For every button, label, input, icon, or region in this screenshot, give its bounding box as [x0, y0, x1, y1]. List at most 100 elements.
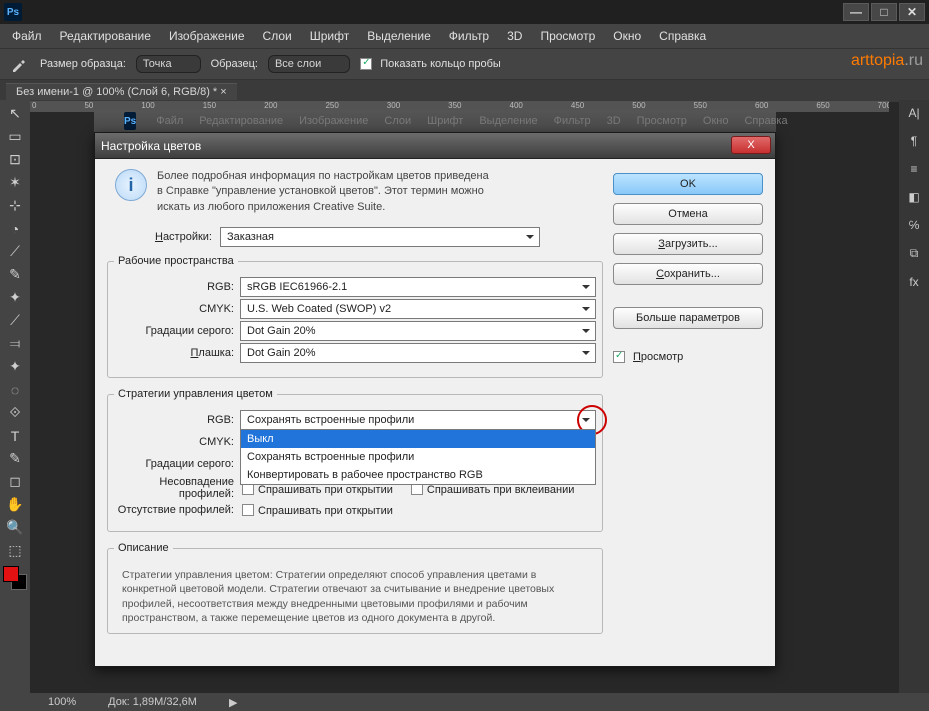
history-panel-icon[interactable]: ℅	[909, 218, 920, 232]
dialog-title: Настройка цветов	[101, 139, 201, 153]
options-bar: Размер образца: Точка Образец: Все слои …	[0, 48, 929, 80]
crop-tool-icon[interactable]: ⊹	[3, 194, 27, 217]
preview-checkbox[interactable]	[613, 351, 625, 363]
more-options-button[interactable]: Больше параметров	[613, 307, 763, 329]
healing-tool-icon[interactable]: ⟋	[3, 240, 27, 263]
hand-tool-icon[interactable]: ✋	[3, 493, 27, 516]
gray-select[interactable]: Dot Gain 20%	[240, 321, 596, 341]
preview-row: Просмотр	[613, 351, 763, 363]
menu-file[interactable]: Файл	[4, 29, 50, 43]
dialog-titlebar[interactable]: Настройка цветов X	[95, 133, 775, 159]
eyedropper-tool-icon[interactable]	[8, 53, 30, 75]
mismatch-label: Несовпадение профилей:	[114, 476, 240, 500]
cmyk-select[interactable]: U.S. Web Coated (SWOP) v2	[240, 299, 596, 319]
ask-open-checkbox-2[interactable]	[242, 504, 254, 516]
dropdown-option-off[interactable]: Выкл	[241, 430, 595, 448]
menu-type[interactable]: Шрифт	[302, 29, 357, 43]
move-tool-icon[interactable]: ↖	[3, 102, 27, 125]
menu-select[interactable]: Выделение	[359, 29, 439, 43]
missing-label: Отсутствие профилей:	[114, 504, 240, 516]
cancel-button[interactable]: Отмена	[613, 203, 763, 225]
history-brush-icon[interactable]: ⟋	[3, 309, 27, 332]
ps-logo: Ps	[4, 3, 22, 21]
description-fieldset: Описание Стратегии управления цветом: Ст…	[107, 542, 603, 634]
workspace-fieldset: Рабочие пространства RGB: sRGB IEC61966-…	[107, 255, 603, 378]
brush-tool-icon[interactable]: ✎	[3, 263, 27, 286]
menu-layer[interactable]: Слои	[255, 29, 300, 43]
workspace-legend: Рабочие пространства	[114, 255, 238, 267]
show-ring-label: Показать кольцо пробы	[380, 58, 501, 70]
menubar: Файл Редактирование Изображение Слои Шри…	[0, 24, 929, 48]
eraser-tool-icon[interactable]: ⫤	[3, 332, 27, 355]
save-button[interactable]: Сохранить...	[613, 263, 763, 285]
preview-label: Просмотр	[633, 351, 683, 363]
zoom-tool-icon[interactable]: 🔍	[3, 516, 27, 539]
info-icon: i	[115, 169, 147, 201]
dialog-close-button[interactable]: X	[731, 136, 771, 154]
document-size: Док: 1,89M/32,6M	[108, 696, 197, 708]
menu-view[interactable]: Просмотр	[532, 29, 603, 43]
lasso-tool-icon[interactable]: ⊡	[3, 148, 27, 171]
menu-image[interactable]: Изображение	[161, 29, 253, 43]
dropdown-option-convert[interactable]: Конвертировать в рабочее пространство RG…	[241, 466, 595, 484]
rgb-label: RGB:	[114, 281, 240, 293]
sample-size-select[interactable]: Точка	[136, 55, 201, 73]
color-swatch[interactable]	[3, 566, 27, 590]
dodge-tool-icon[interactable]: ⟐	[3, 401, 27, 424]
sample-target-label: Образец:	[211, 58, 258, 70]
menu-filter[interactable]: Фильтр	[441, 29, 497, 43]
tools-panel: ↖ ▭ ⊡ ✶ ⊹ ◔ ⟋ ✎ ✦ ⟋ ⫤ ✦ ◌ ⟐ T ✎ ◻ ✋ 🔍 ⬚	[0, 100, 30, 693]
status-bar: 100% Док: 1,89M/32,6M ▶	[0, 693, 929, 711]
eyedropper-icon[interactable]: ◔	[3, 217, 27, 240]
right-panels: A| ¶ ≡ ◧ ℅ ⧉ fx	[899, 100, 929, 693]
type-tool-icon[interactable]: T	[3, 424, 27, 447]
dropdown-option-preserve[interactable]: Сохранять встроенные профили	[241, 448, 595, 466]
sample-target-select[interactable]: Все слои	[268, 55, 350, 73]
description-text: Стратегии управления цветом: Стратегии о…	[114, 562, 596, 631]
zoom-value[interactable]: 100%	[48, 696, 76, 708]
show-ring-checkbox[interactable]	[360, 58, 372, 70]
description-legend: Описание	[114, 542, 173, 554]
blur-tool-icon[interactable]: ◌	[3, 378, 27, 401]
policy-rgb-dropdown: Выкл Сохранять встроенные профили Конвер…	[240, 429, 596, 485]
settings-select[interactable]: Заказная	[220, 227, 540, 247]
policy-gray-label: Градации серого:	[114, 458, 240, 470]
policy-rgb-select[interactable]: Сохранять встроенные профили	[240, 410, 596, 430]
menu-help[interactable]: Справка	[651, 29, 714, 43]
rgb-select[interactable]: sRGB IEC61966-2.1	[240, 277, 596, 297]
background-menubar-dimmed: Ps ФайлРедактированиеИзображение СлоиШри…	[94, 110, 776, 132]
menu-window[interactable]: Окно	[605, 29, 649, 43]
character-panel-icon[interactable]: A|	[908, 106, 919, 120]
menu-3d[interactable]: 3D	[499, 29, 530, 43]
styles-panel-icon[interactable]: fx	[909, 275, 918, 289]
document-tab[interactable]: Без имени-1 @ 100% (Слой 6, RGB/8) * ×	[6, 83, 237, 100]
marquee-tool-icon[interactable]: ▭	[3, 125, 27, 148]
minimize-button[interactable]: —	[843, 3, 869, 21]
gradient-tool-icon[interactable]: ✦	[3, 355, 27, 378]
foreground-color-swatch[interactable]	[3, 566, 19, 582]
policy-cmyk-label: CMYK:	[114, 436, 240, 448]
document-tabs: Без имени-1 @ 100% (Слой 6, RGB/8) * ×	[0, 80, 929, 102]
ask-paste-label: Спрашивать при вклеивании	[427, 484, 574, 496]
settings-label: Настройки:	[137, 231, 212, 243]
sample-size-label: Размер образца:	[40, 58, 126, 70]
policies-fieldset: Стратегии управления цветом RGB: Сохраня…	[107, 388, 603, 532]
shape-tool-icon[interactable]: ◻	[3, 470, 27, 493]
spot-select[interactable]: Dot Gain 20%	[240, 343, 596, 363]
paragraph-panel-icon[interactable]: ¶	[911, 134, 917, 148]
status-arrow-icon[interactable]: ▶	[229, 696, 237, 709]
magicwand-tool-icon[interactable]: ✶	[3, 171, 27, 194]
stamp-tool-icon[interactable]: ✦	[3, 286, 27, 309]
ask-open-label-1: Спрашивать при открытии	[258, 484, 393, 496]
close-button[interactable]: ✕	[899, 3, 925, 21]
layers-panel-icon[interactable]: ⧉	[910, 246, 919, 261]
ok-button[interactable]: OK	[613, 173, 763, 195]
pen-tool-icon[interactable]: ✎	[3, 447, 27, 470]
quickmask-icon[interactable]: ⬚	[3, 539, 27, 562]
maximize-button[interactable]: □	[871, 3, 897, 21]
info-text: Более подробная информация по настройкам…	[157, 169, 497, 215]
menu-edit[interactable]: Редактирование	[52, 29, 159, 43]
adjustments-panel-icon[interactable]: ◧	[908, 190, 919, 204]
load-button[interactable]: Загрузить...	[613, 233, 763, 255]
swatches-panel-icon[interactable]: ≡	[910, 162, 917, 176]
